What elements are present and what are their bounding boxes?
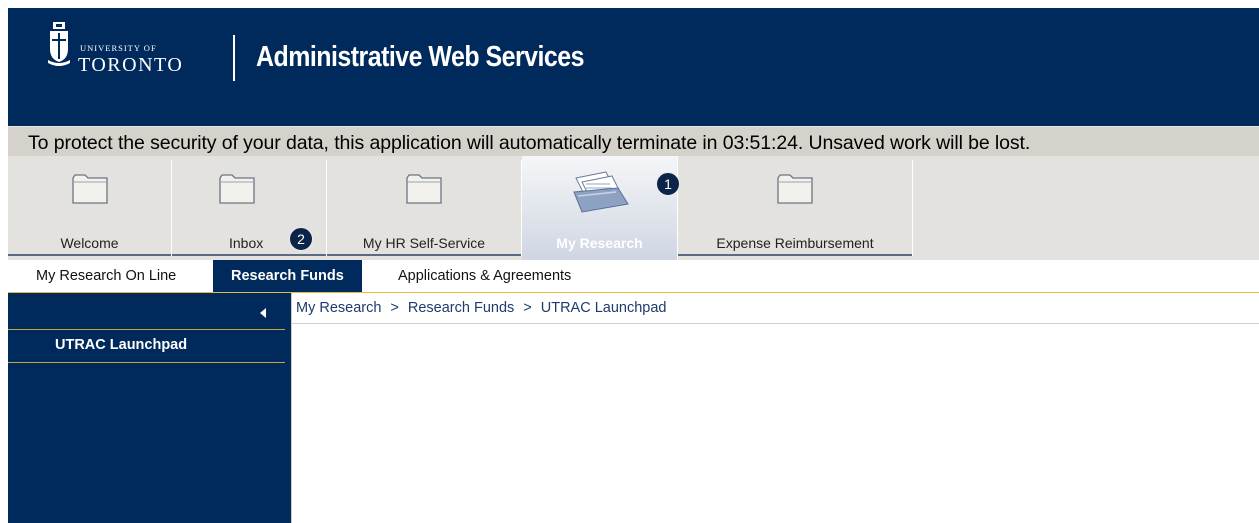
header-divider [233, 35, 235, 81]
logo-university-of: UNIVERSITY OF [80, 43, 157, 53]
breadcrumb-research-funds[interactable]: Research Funds [408, 300, 514, 316]
session-timeout-text: To protect the security of your data, th… [28, 132, 1031, 154]
breadcrumb-separator: > [390, 300, 399, 316]
breadcrumb: My Research > Research Funds > UTRAC Launchp… [296, 300, 667, 316]
tab-my-hr-self-service-label: My HR Self-Service [362, 235, 486, 251]
tab-my-research[interactable]: My Research [522, 156, 678, 260]
collapse-arrow-icon[interactable] [260, 308, 266, 318]
logo-toronto: TORONTO [78, 54, 184, 76]
folder-icon [219, 174, 255, 204]
folder-icon [777, 174, 813, 204]
tab-welcome[interactable]: Welcome [8, 160, 172, 256]
left-navigation-panel: UTRAC Launchpad [8, 293, 285, 523]
main-content: My Research > Research Funds > UTRAC Launchp… [291, 293, 1259, 523]
subnav-my-research-on-line[interactable]: My Research On Line [18, 260, 194, 292]
leftnav-divider [8, 362, 285, 363]
main-tab-bar: Welcome Inbox My HR Self-Service My Rese… [8, 156, 1259, 260]
tab-underline [678, 254, 912, 256]
research-documents-icon [573, 171, 629, 213]
breadcrumb-my-research[interactable]: My Research [296, 300, 381, 316]
folder-icon [406, 174, 442, 204]
sub-navigation: My Research On Line Research Funds Appli… [8, 260, 1259, 293]
tab-welcome-label: Welcome [60, 235, 119, 251]
university-crest-icon [48, 22, 70, 66]
tab-expense-reimbursement-label: Expense Reimbursement [716, 235, 874, 251]
tab-my-research-label: My Research [556, 235, 643, 251]
app-title: Administrative Web Services [256, 41, 584, 73]
breadcrumb-separator: > [523, 300, 532, 316]
tab-my-hr-self-service[interactable]: My HR Self-Service [327, 160, 522, 256]
header-bar: UNIVERSITY OF TORONTO Administrative Web… [8, 8, 1259, 126]
breadcrumb-current: UTRAC Launchpad [540, 300, 667, 316]
leftnav-item-utrac-launchpad[interactable]: UTRAC Launchpad [55, 337, 187, 353]
subnav-applications-agreements[interactable]: Applications & Agreements [380, 260, 589, 292]
session-timeout-banner: To protect the security of your data, th… [8, 126, 1259, 156]
leftnav-divider [8, 329, 285, 330]
step-badge-1: 1 [656, 172, 680, 196]
tab-underline [172, 254, 326, 256]
tab-underline [327, 254, 521, 256]
content-divider [292, 323, 1259, 324]
tab-expense-reimbursement[interactable]: Expense Reimbursement [678, 160, 913, 256]
app-frame: UNIVERSITY OF TORONTO Administrative Web… [8, 8, 1259, 523]
subnav-research-funds[interactable]: Research Funds [213, 260, 362, 292]
folder-icon [71, 174, 108, 204]
step-badge-2: 2 [289, 227, 313, 251]
tab-underline [8, 254, 171, 256]
